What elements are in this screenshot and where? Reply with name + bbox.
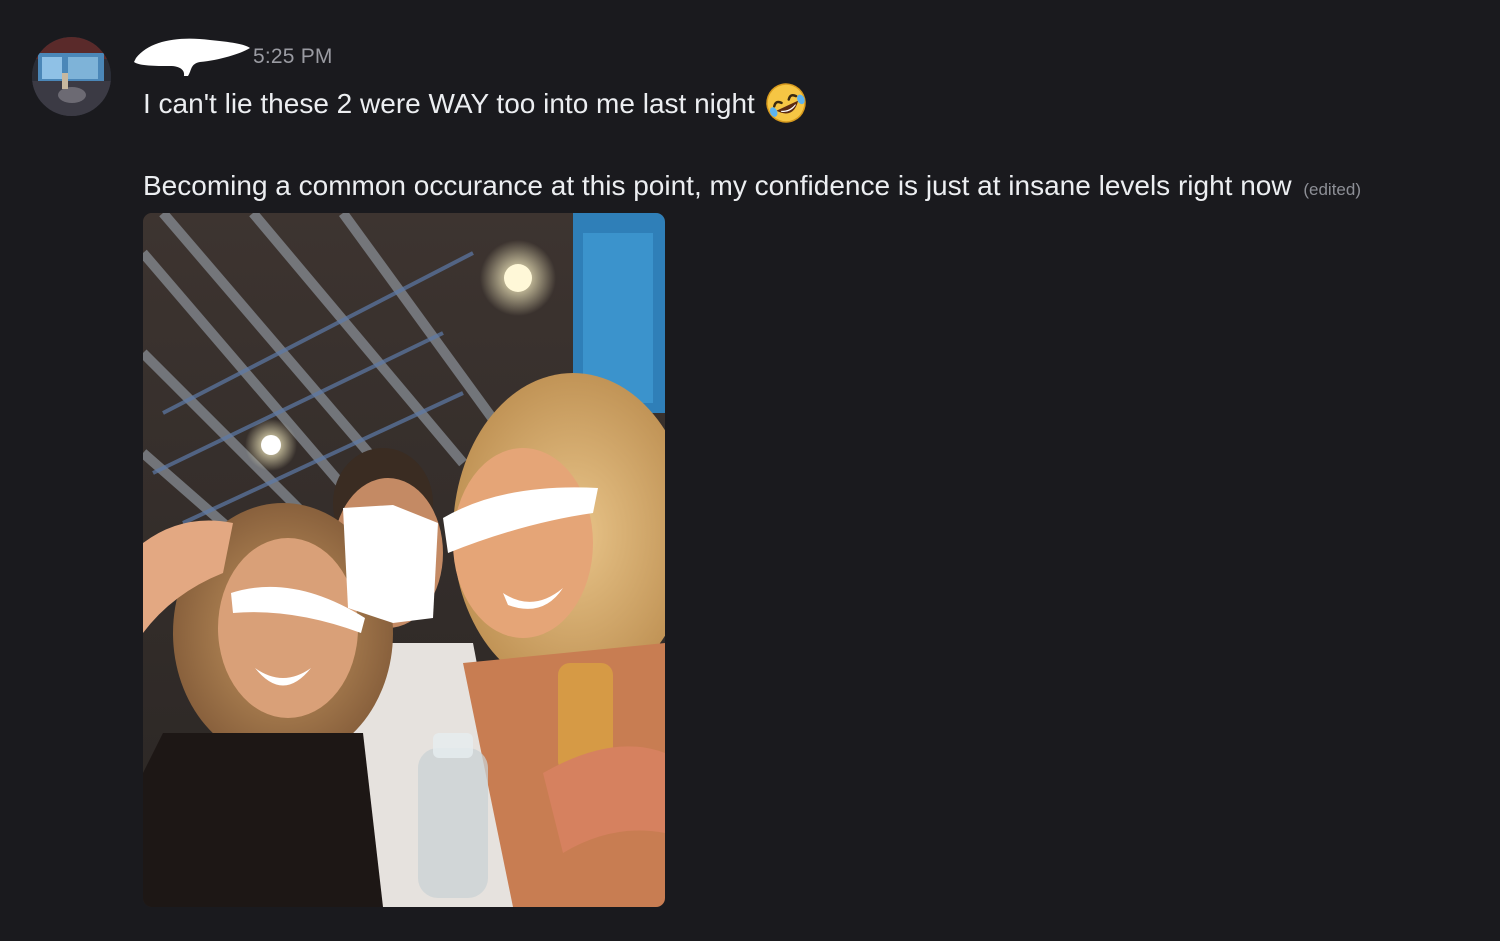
image-attachment[interactable] [143, 213, 665, 907]
message-text-line-2: Becoming a common occurance at this poin… [143, 170, 1361, 202]
redacted-username [134, 38, 250, 76]
attached-photo [143, 213, 665, 907]
chat-message: 5:25 PM I can't lie these 2 were WAY too… [0, 0, 1500, 941]
avatar-image [32, 37, 111, 116]
message-text: I can't lie these 2 were WAY too into me… [143, 88, 755, 119]
user-avatar[interactable] [32, 37, 111, 116]
rolling-on-floor-laughing-icon [766, 83, 806, 123]
message-text-line-1: I can't lie these 2 were WAY too into me… [143, 82, 808, 126]
edited-label: (edited) [1303, 180, 1361, 199]
message-text-2: Becoming a common occurance at this poin… [143, 170, 1292, 201]
message-timestamp: 5:25 PM [253, 45, 333, 68]
